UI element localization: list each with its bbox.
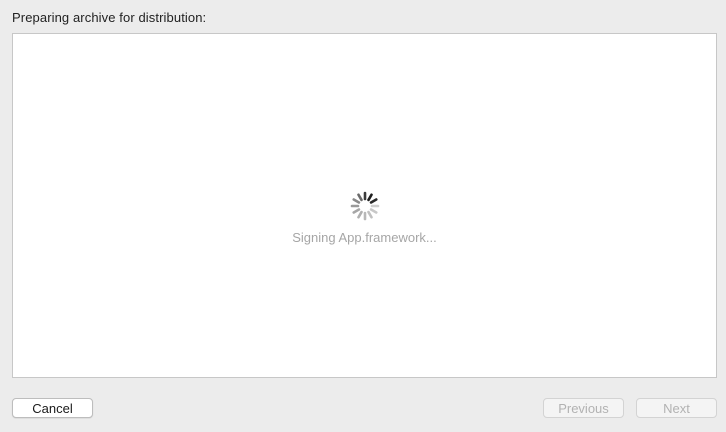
next-button[interactable]: Next: [636, 398, 717, 418]
previous-button[interactable]: Previous: [543, 398, 624, 418]
progress-panel: Signing App.framework...: [12, 33, 717, 378]
cancel-button[interactable]: Cancel: [12, 398, 93, 418]
progress-spinner-icon: [350, 191, 380, 221]
page-title: Preparing archive for distribution:: [12, 10, 207, 25]
status-message: Signing App.framework...: [292, 230, 437, 245]
